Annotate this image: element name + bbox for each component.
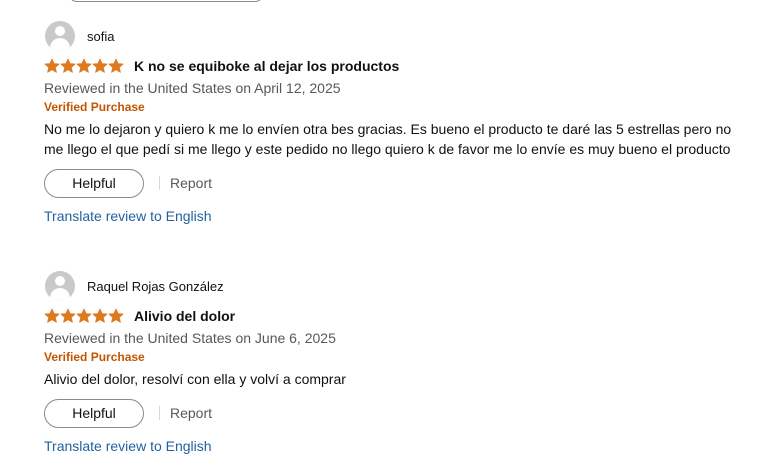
verified-purchase-badge: Verified Purchase bbox=[44, 350, 145, 364]
avatar bbox=[45, 271, 75, 301]
previous-helpful-button[interactable] bbox=[68, 0, 264, 2]
review-card: Raquel Rojas González Alivio del dolor R… bbox=[44, 271, 744, 455]
reviewer-profile[interactable]: Raquel Rojas González bbox=[44, 271, 744, 301]
divider bbox=[159, 176, 160, 190]
star-icon bbox=[92, 58, 108, 74]
star-icon bbox=[44, 308, 60, 324]
reviewer-name: sofia bbox=[87, 28, 115, 44]
star-icon bbox=[108, 308, 124, 324]
star-icon bbox=[60, 58, 76, 74]
review-date: Reviewed in the United States on April 1… bbox=[44, 80, 341, 96]
reviews-page: sofia K no se equiboke al dejar los prod… bbox=[0, 0, 763, 468]
star-icon bbox=[92, 308, 108, 324]
star-icon bbox=[76, 308, 92, 324]
helpful-button[interactable]: Helpful bbox=[44, 168, 144, 198]
translate-review-link[interactable]: Translate review to English bbox=[44, 437, 744, 455]
avatar bbox=[45, 21, 75, 51]
review-title[interactable]: K no se equiboke al dejar los productos bbox=[134, 58, 399, 74]
star-icon bbox=[60, 308, 76, 324]
reviewer-profile[interactable]: sofia bbox=[44, 21, 744, 51]
star-rating[interactable] bbox=[44, 58, 124, 74]
star-icon bbox=[44, 58, 60, 74]
divider bbox=[159, 406, 160, 420]
translate-review-link[interactable]: Translate review to English bbox=[44, 207, 744, 225]
review-title[interactable]: Alivio del dolor bbox=[134, 308, 235, 324]
report-link[interactable]: Report bbox=[170, 175, 212, 191]
report-link[interactable]: Report bbox=[170, 405, 212, 421]
review-card: sofia K no se equiboke al dejar los prod… bbox=[44, 21, 744, 225]
review-date: Reviewed in the United States on June 6,… bbox=[44, 330, 336, 346]
star-icon bbox=[76, 58, 92, 74]
star-rating[interactable] bbox=[44, 308, 124, 324]
review-body: No me lo dejaron y quiero k me lo envíen… bbox=[44, 121, 732, 157]
reviewer-name: Raquel Rojas González bbox=[87, 278, 224, 294]
helpful-button[interactable]: Helpful bbox=[44, 398, 144, 428]
verified-purchase-badge: Verified Purchase bbox=[44, 100, 145, 114]
star-icon bbox=[108, 58, 124, 74]
review-body: Alivio del dolor, resolví con ella y vol… bbox=[44, 371, 346, 387]
